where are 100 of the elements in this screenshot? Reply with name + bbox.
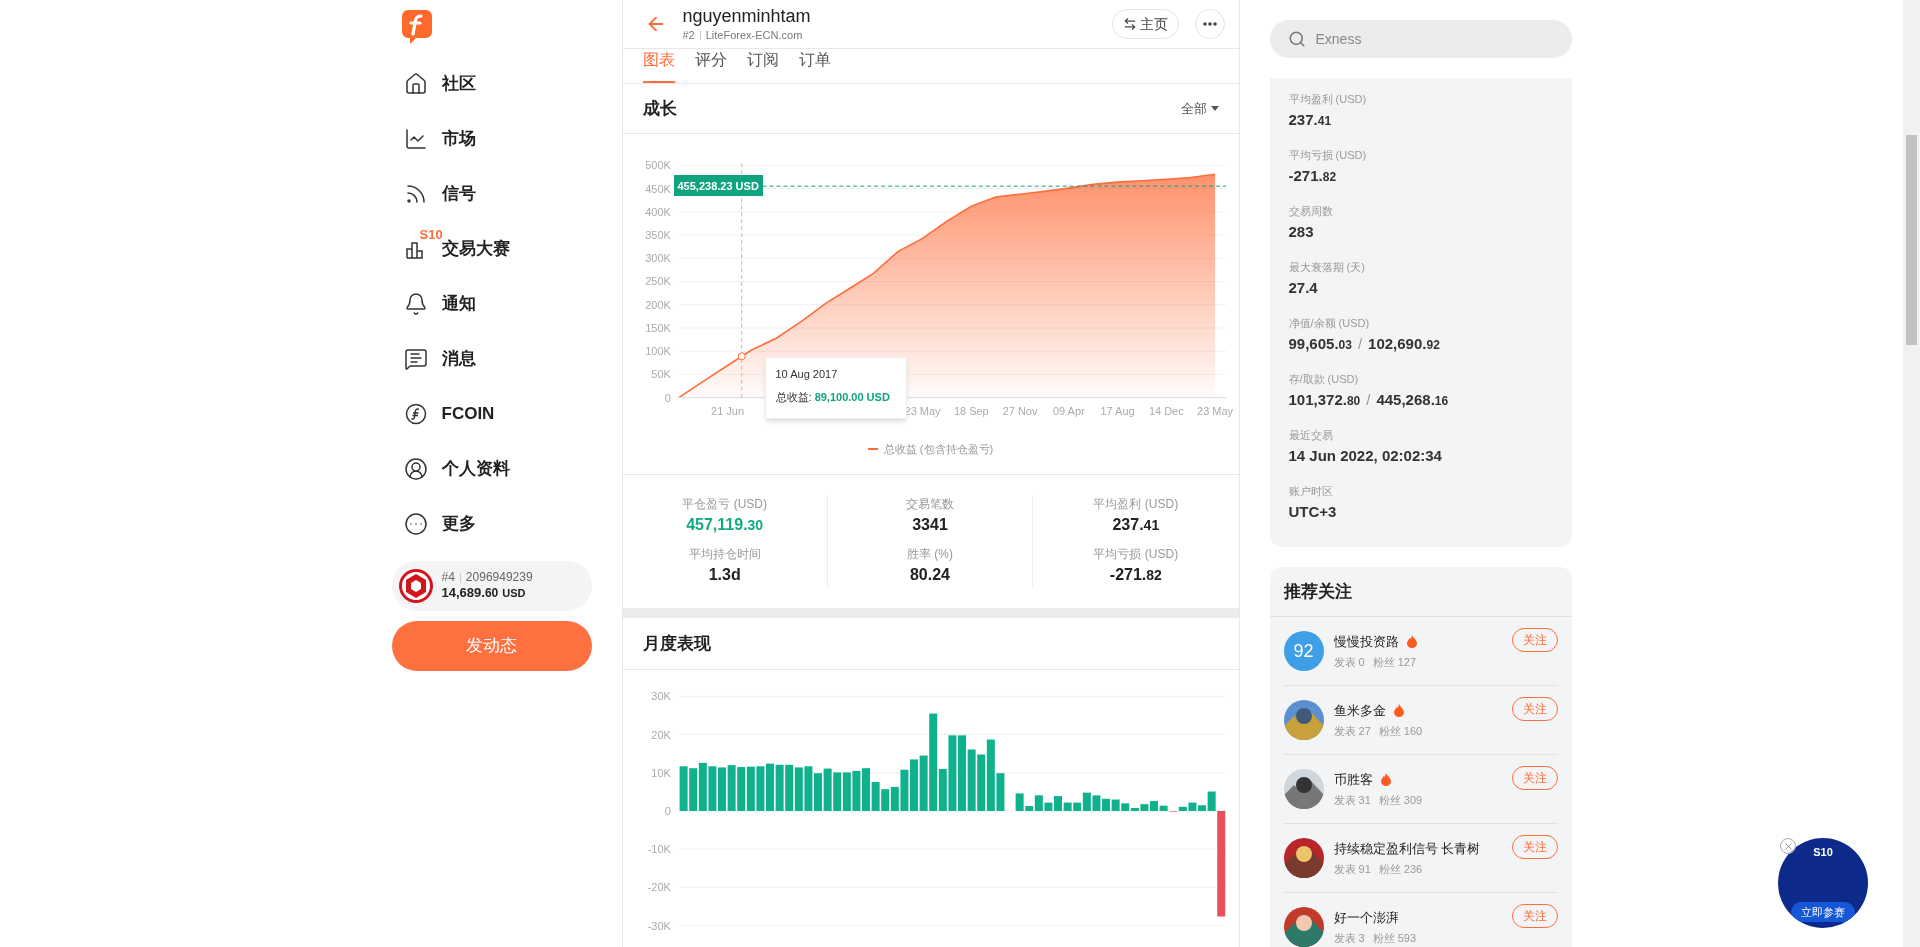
axis-label: 17 Aug	[1100, 404, 1135, 417]
axis-label: 27 Nov	[1002, 404, 1037, 417]
fan-count: 粉丝 593	[1372, 930, 1417, 946]
promo-action: 立即参赛	[1791, 901, 1855, 922]
stat-value: -271.82	[1109, 565, 1162, 585]
tooltip-date: 10 Aug 2017	[775, 367, 839, 382]
axis-label: 20K	[650, 728, 671, 741]
axis-label: 250K	[644, 275, 671, 288]
nav-item[interactable]: 市场	[391, 111, 592, 166]
nav-item[interactable]: 个人资料	[391, 441, 592, 496]
detail-value: -271.82	[1288, 166, 1337, 186]
user-name[interactable]: 持续稳定盈利信号 长青树	[1333, 839, 1481, 859]
currency-label: USD	[502, 587, 526, 602]
nav-item[interactable]: 信号	[391, 166, 592, 221]
detail-value: 101,372.80	[1288, 390, 1361, 410]
post-count: 发表 3	[1333, 930, 1365, 946]
detail-value: 102,690.92	[1368, 334, 1440, 354]
axis-label: 300K	[644, 252, 671, 265]
axis-label: 450K	[644, 182, 671, 195]
axis-label: 350K	[644, 229, 671, 242]
detail-label: 账户时区	[1288, 484, 1334, 499]
nav-item[interactable]: 消息	[391, 331, 592, 386]
trader-rank: #2	[682, 28, 695, 43]
axis-label: 100K	[644, 345, 671, 358]
user-name[interactable]: 好一个澎湃	[1333, 908, 1399, 928]
axis-label: 150K	[644, 321, 671, 334]
detail-value: 283	[1288, 222, 1314, 242]
axis-label: 50K	[650, 368, 671, 381]
axis-label: 21 Jun	[710, 404, 744, 417]
post-count: 发表 27	[1333, 723, 1371, 739]
stat-label: 平均亏损 (USD)	[1093, 546, 1179, 563]
separator: /	[1357, 334, 1363, 354]
separator: /	[1366, 390, 1371, 410]
post-count: 发表 0	[1333, 654, 1365, 670]
detail-label: 最大衰落期 (天)	[1288, 260, 1366, 275]
axis-label: -10K	[647, 843, 671, 856]
user-name[interactable]: 鱼米多金	[1333, 701, 1386, 721]
nav-item[interactable]: 更多	[391, 496, 592, 551]
range-dropdown[interactable]: 全部	[1180, 98, 1219, 119]
detail-value: 27.4	[1288, 278, 1318, 298]
axis-label: -30K	[647, 919, 671, 932]
stat-label: 交易笔数	[906, 496, 954, 513]
search-field[interactable]: Exness	[1315, 28, 1516, 50]
axis-label: 0	[664, 805, 671, 817]
detail-label: 存/取款 (USD)	[1288, 372, 1360, 387]
trader-name: nguyenminhtam	[682, 4, 812, 27]
user-name[interactable]: 慢慢投资路	[1333, 632, 1399, 652]
axis-label: 18 Sep	[953, 404, 989, 417]
account-rank: #4	[441, 570, 455, 586]
detail-value: 445,268.16	[1376, 390, 1449, 410]
tab[interactable]: 订单	[798, 48, 831, 83]
axis-label: 14 Dec	[1148, 404, 1184, 417]
axis-label: 200K	[644, 298, 671, 311]
stat-value: 80.24	[909, 565, 950, 585]
axis-label: 23 May	[1196, 404, 1233, 417]
fan-count: 粉丝 309	[1378, 792, 1423, 808]
axis-label: 30K	[650, 690, 671, 703]
axis-label: 09 Apr	[1052, 404, 1085, 417]
account-card[interactable]: #4 2096949239 14,689.60 USD	[391, 561, 592, 611]
post-count: 发表 91	[1333, 861, 1371, 877]
nav-item[interactable]: 交易大赛 S10	[391, 221, 592, 276]
detail-label: 平均亏损 (USD)	[1288, 148, 1368, 163]
fan-count: 粉丝 236	[1378, 861, 1423, 877]
detail-label: 最近交易	[1288, 428, 1334, 443]
axis-label: 400K	[644, 205, 671, 218]
stat-value: 3341	[912, 515, 948, 535]
promo-badge[interactable]: S10 立即参赛	[1778, 838, 1868, 928]
search-box[interactable]: Exness	[1269, 20, 1572, 58]
nav-item[interactable]: FCOIN	[391, 386, 592, 441]
detail-value: 99,605.03	[1288, 334, 1352, 354]
promo-season: S10	[1813, 845, 1833, 860]
card-title: 推荐关注	[1283, 580, 1352, 603]
tab[interactable]: 订阅	[746, 48, 779, 83]
tooltip-value: 总收益: 89,100.00 USD	[775, 389, 891, 405]
season-label: S10	[419, 228, 443, 241]
axis-label: 0	[664, 391, 671, 404]
section-title: 成长	[642, 97, 677, 120]
detail-label: 平均盈利 (USD)	[1288, 92, 1368, 107]
stat-value: 237.41	[1112, 515, 1160, 535]
detail-label: 净值/余额 (USD)	[1288, 316, 1371, 331]
stat-label: 平均持仓时间	[688, 546, 761, 563]
post-count: 发表 31	[1333, 792, 1371, 808]
fan-count: 粉丝 160	[1378, 723, 1423, 739]
user-name[interactable]: 币胜客	[1333, 770, 1373, 790]
stat-label: 平仓盈亏 (USD)	[682, 496, 767, 513]
detail-label: 交易周数	[1288, 204, 1334, 219]
account-id: 2096949239	[465, 570, 533, 586]
section-title: 月度表现	[642, 632, 711, 655]
tab[interactable]: 评分	[694, 48, 727, 83]
stat-label: 平均盈利 (USD)	[1093, 496, 1179, 513]
nav-item[interactable]: 社区	[391, 56, 592, 111]
fan-count: 粉丝 127	[1372, 654, 1417, 670]
value-tag: 455,238.23 USD	[673, 175, 763, 197]
stat-label: 胜率 (%)	[907, 546, 953, 563]
axis-label: 10K	[650, 766, 671, 779]
axis-label: 500K	[644, 159, 671, 172]
broker-name: LiteForex-ECN.com	[705, 28, 803, 43]
detail-value: UTC+3	[1288, 502, 1337, 522]
stat-value: 457,119.30	[686, 515, 764, 535]
nav-item[interactable]: 通知	[391, 276, 592, 331]
